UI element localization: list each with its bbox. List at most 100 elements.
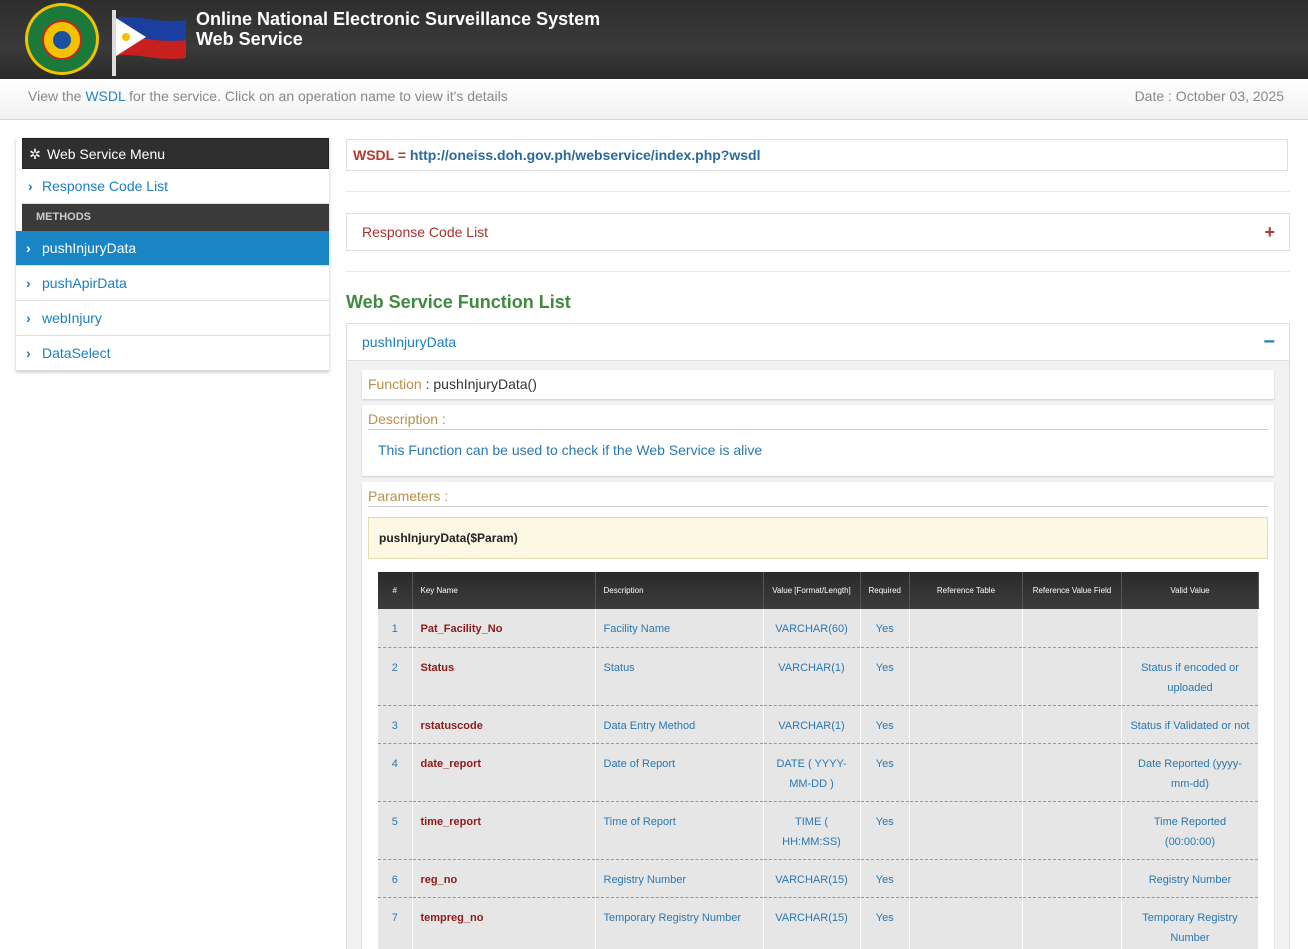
column-header: Description (595, 572, 764, 609)
description-card: Description : This Function can be used … (362, 405, 1274, 476)
expand-plus-icon[interactable]: + (1264, 214, 1275, 250)
description-label: Description : (368, 411, 446, 427)
sidebar-item-pushinjurydata[interactable]: › pushInjuryData (16, 231, 329, 266)
cell-desc: Time of Report (595, 801, 764, 860)
column-header: Value [Format/Length] (763, 572, 861, 609)
cell-num: 2 (378, 647, 413, 706)
cell-valid: Status if encoded or uploaded (1121, 647, 1260, 706)
wsdl-label: WSDL = (353, 147, 407, 163)
cell-required: Yes (860, 647, 910, 706)
cell-value: DATE ( YYYY-MM-DD ) (763, 743, 861, 802)
cell-ref-field (1022, 897, 1122, 949)
cell-required: Yes (860, 743, 910, 802)
cell-desc: Registry Number (595, 859, 764, 898)
cell-required: Yes (860, 801, 910, 860)
cell-key: rstatuscode (412, 705, 596, 744)
table-row: 1 Pat_Facility_No Facility Name VARCHAR(… (378, 609, 1260, 648)
wsdl-link[interactable]: WSDL (85, 88, 125, 104)
cell-ref-field (1022, 705, 1122, 744)
cell-value: VARCHAR(1) (763, 647, 861, 706)
sidebar-item-dataselect[interactable]: › DataSelect (16, 336, 329, 371)
function-label: Function (368, 376, 422, 392)
cell-valid (1121, 609, 1260, 648)
cell-num: 1 (378, 609, 413, 648)
cell-desc: Date of Report (595, 743, 764, 802)
cell-num: 4 (378, 743, 413, 802)
cell-value: VARCHAR(1) (763, 705, 861, 744)
table-row: 7 tempreg_no Temporary Registry Number V… (378, 897, 1260, 949)
cell-required: Yes (860, 859, 910, 898)
table-row: 4 date_report Date of Report DATE ( YYYY… (378, 743, 1260, 802)
sidebar-item-pushapirdata[interactable]: › pushApirData (16, 266, 329, 301)
divider (368, 506, 1268, 507)
column-header: # (378, 572, 413, 609)
cell-valid: Time Reported (00:00:00) (1121, 801, 1260, 860)
function-card: Function : pushInjuryData() (362, 370, 1274, 399)
function-signature: pushInjuryData($Param) (368, 517, 1268, 559)
cell-desc: Data Entry Method (595, 705, 764, 744)
wsdl-url-link[interactable]: http://oneiss.doh.gov.ph/webservice/inde… (410, 147, 761, 163)
app-title: Online National Electronic Surveillance … (196, 9, 600, 49)
divider (368, 429, 1268, 430)
web-service-menu-header: ✲ Web Service Menu (22, 138, 329, 169)
cell-ref-field (1022, 647, 1122, 706)
cell-num: 5 (378, 801, 413, 860)
cell-required: Yes (860, 897, 910, 949)
cell-ref-table (909, 801, 1023, 860)
app-header: Online National Electronic Surveillance … (0, 0, 1308, 79)
cell-required: Yes (860, 705, 910, 744)
panel-header[interactable]: pushInjuryData − (347, 324, 1289, 361)
parameters-label: Parameters : (368, 488, 449, 504)
cell-key: reg_no (412, 859, 596, 898)
cell-value: TIME ( HH:MM:SS) (763, 801, 861, 860)
function-list-title: Web Service Function List (346, 292, 571, 312)
cell-num: 3 (378, 705, 413, 744)
function-value: pushInjuryData() (433, 376, 537, 392)
cell-key: Status (412, 647, 596, 706)
cell-key: time_report (412, 801, 596, 860)
methods-section-header: METHODS (22, 204, 329, 231)
cell-value: VARCHAR(60) (763, 609, 861, 648)
info-text: View the WSDL for the service. Click on … (28, 88, 508, 104)
wsdl-url-box: WSDL = http://oneiss.doh.gov.ph/webservi… (346, 139, 1288, 171)
parameters-card: Parameters : pushInjuryData($Param) # Ke… (362, 482, 1274, 949)
gear-icon: ✲ (29, 146, 41, 162)
column-header: Valid Value (1121, 572, 1260, 609)
cell-valid: Registry Number (1121, 859, 1260, 898)
cell-valid: Status if Validated or not (1121, 705, 1260, 744)
table-row: 3 rstatuscode Data Entry Method VARCHAR(… (378, 705, 1260, 744)
cell-desc: Status (595, 647, 764, 706)
cell-num: 7 (378, 897, 413, 949)
cell-desc: Facility Name (595, 609, 764, 648)
cell-ref-field (1022, 609, 1122, 648)
chevron-right-icon: › (26, 310, 31, 326)
cell-key: date_report (412, 743, 596, 802)
column-header: Reference Table (909, 572, 1023, 609)
cell-value: VARCHAR(15) (763, 859, 861, 898)
table-row: 6 reg_no Registry Number VARCHAR(15) Yes… (378, 859, 1260, 898)
app-title-line1: Online National Electronic Surveillance … (196, 9, 601, 29)
cell-required: Yes (860, 609, 910, 648)
column-header: Key Name (412, 572, 596, 609)
divider (346, 271, 1290, 272)
cell-ref-field (1022, 859, 1122, 898)
response-code-list-accordion[interactable]: Response Code List + (346, 213, 1290, 251)
cell-ref-table (909, 743, 1023, 802)
cell-ref-table (909, 705, 1023, 744)
cell-desc: Temporary Registry Number (595, 897, 764, 949)
chevron-right-icon: › (26, 240, 31, 256)
cell-num: 6 (378, 859, 413, 898)
column-header: Reference Value Field (1022, 572, 1122, 609)
current-date: Date : October 03, 2025 (1134, 88, 1284, 104)
philippine-flag-icon (116, 17, 186, 59)
column-header: Required (860, 572, 910, 609)
table-row: 2 Status Status VARCHAR(1) Yes Status if… (378, 647, 1260, 706)
cell-key: tempreg_no (412, 897, 596, 949)
cell-key: Pat_Facility_No (412, 609, 596, 648)
sidebar-item-webinjury[interactable]: › webInjury (16, 301, 329, 336)
collapse-minus-icon[interactable]: − (1263, 324, 1275, 360)
cell-ref-table (909, 859, 1023, 898)
doh-seal-logo (25, 3, 99, 75)
cell-value: VARCHAR(15) (763, 897, 861, 949)
sidebar-item-response-code-list[interactable]: › Response Code List (22, 169, 329, 204)
